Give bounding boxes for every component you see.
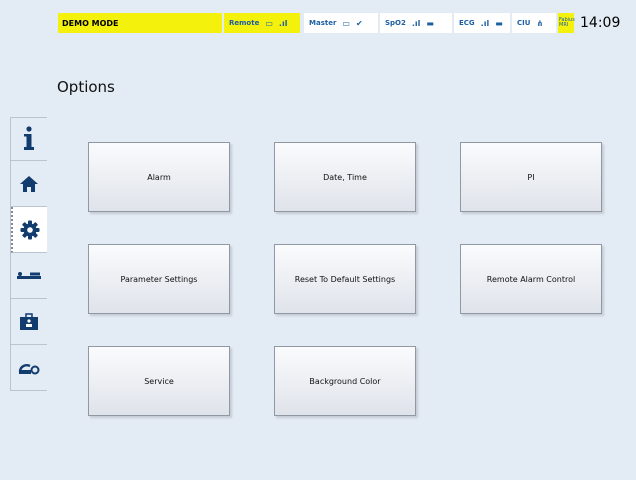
battery-icon: ▬ (495, 18, 503, 28)
patient-bed-icon (17, 271, 41, 279)
mri-label: MRI (559, 22, 569, 28)
sidebar-item-case[interactable] (11, 299, 47, 345)
spo2-status[interactable]: SpO2 .ıl ▬ (380, 13, 452, 33)
date-time-button[interactable]: Date, Time (274, 142, 416, 212)
pi-button[interactable]: PI (460, 142, 602, 212)
master-label: Master (309, 19, 337, 27)
remote-status[interactable]: Remote ▭ .ıl (224, 13, 300, 33)
reset-default-settings-button[interactable]: Reset To Default Settings (274, 244, 416, 314)
sensor-cable-icon (18, 363, 40, 374)
sidebar-item-sensor[interactable] (11, 345, 47, 391)
signal-bars-icon: .ıl (411, 18, 421, 28)
sidebar-item-patient[interactable] (11, 253, 47, 299)
sidebar (10, 117, 47, 391)
gear-icon (20, 220, 40, 239)
home-icon (20, 175, 38, 192)
info-icon (24, 126, 34, 150)
network-icon: ⋔ (536, 18, 544, 28)
fabius-mri-badge[interactable]: Fabius MRI (558, 13, 575, 33)
ecg-label: ECG (459, 19, 475, 27)
ciu-status[interactable]: CIU ⋔ (512, 13, 556, 33)
sidebar-item-home[interactable] (11, 161, 47, 207)
checkmark-icon: ✔ (355, 18, 363, 28)
monitor-icon: ▭ (265, 18, 273, 28)
alarm-button[interactable]: Alarm (88, 142, 230, 212)
signal-bars-icon: .ıl (278, 18, 288, 28)
medical-case-icon (20, 312, 38, 330)
parameter-settings-button[interactable]: Parameter Settings (88, 244, 230, 314)
spo2-label: SpO2 (385, 19, 406, 27)
master-status[interactable]: Master ▭ ✔ (304, 13, 378, 33)
page-title: Options (57, 78, 115, 96)
battery-icon: ▬ (426, 18, 434, 28)
remote-alarm-control-button[interactable]: Remote Alarm Control (460, 244, 602, 314)
background-color-button[interactable]: Background Color (274, 346, 416, 416)
remote-label: Remote (229, 19, 260, 27)
sidebar-item-settings[interactable] (11, 207, 47, 253)
monitor-icon: ▭ (342, 18, 350, 28)
signal-bars-icon: .ıl (480, 18, 490, 28)
service-button[interactable]: Service (88, 346, 230, 416)
demo-mode-label: DEMO MODE (58, 13, 222, 33)
ecg-status[interactable]: ECG .ıl ▬ (454, 13, 510, 33)
ciu-label: CIU (517, 19, 531, 27)
sidebar-item-info[interactable] (11, 117, 47, 161)
clock: 14:09 (580, 15, 621, 31)
status-bar: DEMO MODE Remote ▭ .ıl Master ▭ ✔ SpO2 .… (58, 12, 634, 34)
